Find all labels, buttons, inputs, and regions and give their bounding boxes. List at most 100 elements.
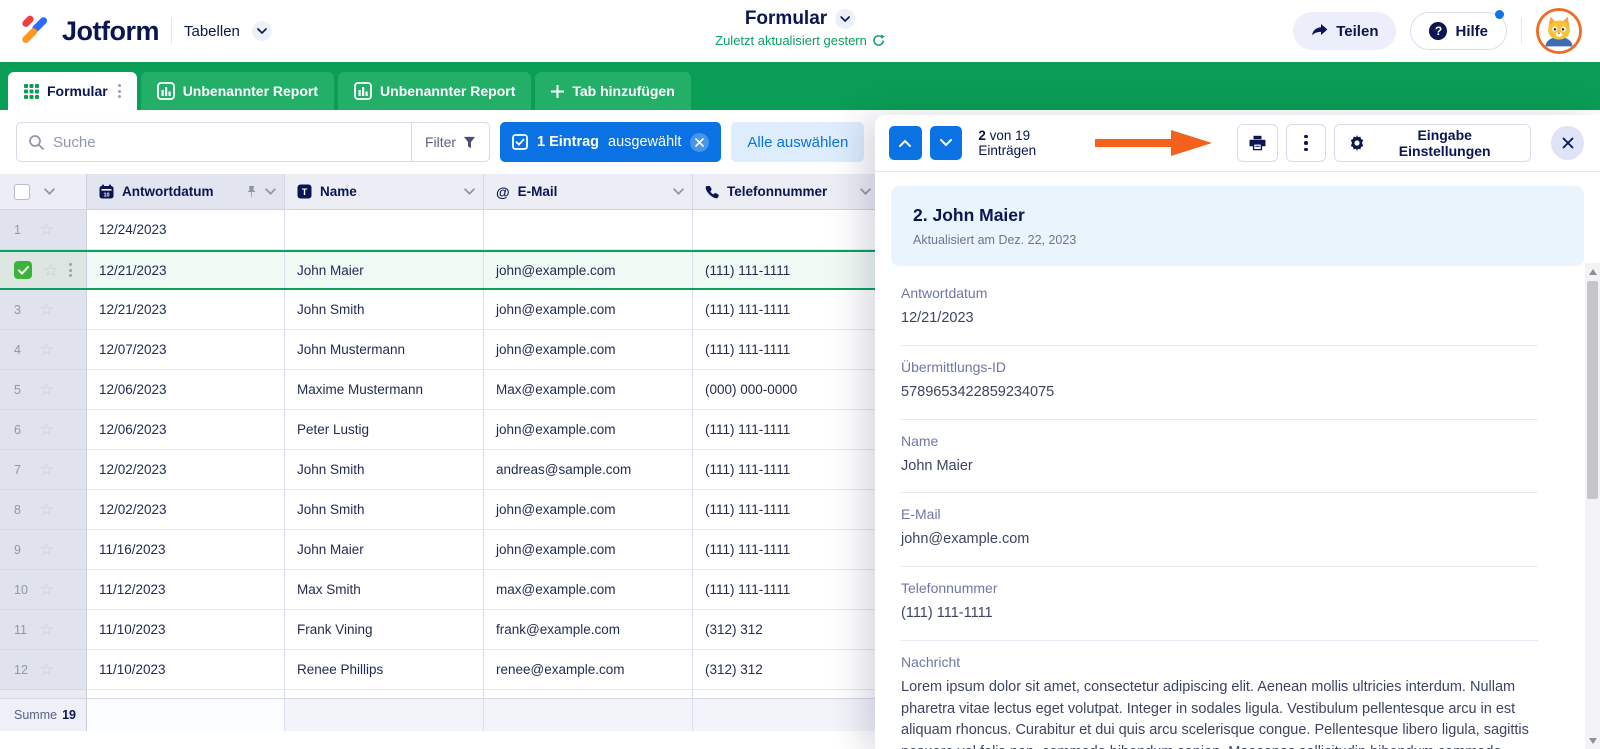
add-tab-button[interactable]: Tab hinzufügen (535, 72, 691, 110)
star-icon[interactable]: ☆ (39, 621, 54, 638)
table-row[interactable]: 6 ☆ 12/06/2023 Peter Lustig john@example… (0, 410, 880, 450)
cell-telefonnummer[interactable]: (111) 111-1111 (693, 410, 880, 450)
column-header-name[interactable]: T Name (285, 174, 484, 210)
cell-antwortdatum[interactable]: 12/06/2023 (87, 410, 285, 450)
cell-telefonnummer[interactable] (693, 210, 880, 250)
title-chevron-icon[interactable] (835, 9, 856, 29)
jotform-logo[interactable]: Jotform (18, 14, 160, 48)
cell-telefonnummer[interactable]: (000) 000-0000 (693, 370, 880, 410)
filter-button[interactable]: Filter (411, 123, 489, 161)
product-chevron-icon[interactable] (251, 21, 272, 41)
cell-email[interactable]: john@example.com (484, 252, 693, 288)
column-chevron-icon[interactable] (860, 188, 871, 195)
cell-name[interactable]: John Smith (285, 450, 484, 490)
cell-email[interactable]: max@example.com (484, 570, 693, 610)
star-icon[interactable]: ☆ (39, 381, 54, 398)
search-input[interactable] (53, 133, 399, 151)
tab-report-1[interactable]: Unbenannter Report (140, 72, 335, 110)
cell-antwortdatum[interactable]: 11/16/2023 (87, 530, 285, 570)
cell-antwortdatum[interactable]: 12/02/2023 (87, 450, 285, 490)
clear-selection-icon[interactable] (690, 132, 710, 152)
star-icon[interactable]: ☆ (39, 461, 54, 478)
table-row[interactable]: 10 ☆ 11/12/2023 Max Smith max@example.co… (0, 570, 880, 610)
cell-antwortdatum[interactable]: 12/06/2023 (87, 370, 285, 410)
cell-telefonnummer[interactable]: (111) 111-1111 (693, 530, 880, 570)
previous-entry-button[interactable] (889, 126, 922, 160)
row-menu-icon[interactable] (69, 263, 73, 277)
row-checkbox-checked[interactable] (14, 261, 32, 279)
column-chevron-icon[interactable] (464, 188, 475, 195)
refresh-icon[interactable] (872, 34, 885, 47)
cell-email[interactable]: frank@example.com (484, 610, 693, 650)
cell-email[interactable]: andreas@sample.com (484, 450, 693, 490)
star-icon[interactable]: ☆ (39, 661, 54, 678)
more-options-button[interactable] (1285, 124, 1327, 162)
table-row[interactable]: 12 ☆ 11/10/2023 Renee Phillips renee@exa… (0, 650, 880, 690)
table-row[interactable]: 5 ☆ 12/06/2023 Maxime Mustermann Max@exa… (0, 370, 880, 410)
share-button[interactable]: Teilen (1293, 12, 1397, 50)
star-icon[interactable]: ☆ (39, 501, 54, 518)
table-row[interactable]: 11 ☆ 11/10/2023 Frank Vining frank@examp… (0, 610, 880, 650)
tab-report-2[interactable]: Unbenannter Report (338, 72, 532, 110)
column-chevron-icon[interactable] (265, 188, 276, 195)
star-icon[interactable]: ☆ (39, 541, 54, 558)
table-row[interactable]: 9 ☆ 11/16/2023 John Maier john@example.c… (0, 530, 880, 570)
select-all-button[interactable]: Alle auswählen (731, 122, 865, 162)
cell-email[interactable]: john@example.com (484, 530, 693, 570)
table-row[interactable]: 1 ☆ 12/24/2023 (0, 210, 880, 250)
print-button[interactable] (1237, 124, 1278, 162)
cell-email[interactable]: john@example.com (484, 410, 693, 450)
cell-name[interactable]: John Mustermann (285, 330, 484, 370)
cell-antwortdatum[interactable]: 12/21/2023 (87, 252, 285, 288)
cell-email[interactable]: Max@example.com (484, 370, 693, 410)
cell-email[interactable]: john@example.com (484, 490, 693, 530)
column-chevron-icon[interactable] (673, 188, 684, 195)
cell-antwortdatum[interactable]: 11/10/2023 (87, 610, 285, 650)
star-icon[interactable]: ☆ (39, 421, 54, 438)
cell-email[interactable]: john@example.com (484, 330, 693, 370)
cell-telefonnummer[interactable]: (312) 312 (693, 610, 880, 650)
cell-antwortdatum[interactable]: 11/12/2023 (87, 570, 285, 610)
select-all-checkbox[interactable] (14, 183, 30, 200)
star-icon[interactable]: ☆ (43, 262, 58, 279)
table-row[interactable]: 4 ☆ 12/07/2023 John Mustermann john@exam… (0, 330, 880, 370)
tab-formular[interactable]: Formular (8, 72, 137, 110)
input-settings-button[interactable]: Eingabe Einstellungen (1334, 124, 1532, 162)
star-icon[interactable]: ☆ (39, 301, 54, 318)
star-icon[interactable]: ☆ (39, 221, 54, 238)
table-row[interactable]: 7 ☆ 12/02/2023 John Smith andreas@sample… (0, 450, 880, 490)
cell-name[interactable]: Max Smith (285, 570, 484, 610)
scrollbar-up-arrow[interactable] (1585, 264, 1600, 279)
table-row[interactable]: 3 ☆ 12/21/2023 John Smith john@example.c… (0, 290, 880, 330)
cell-name[interactable]: Peter Lustig (285, 410, 484, 450)
cell-name[interactable]: Maxime Mustermann (285, 370, 484, 410)
cell-telefonnummer[interactable]: (312) 312 (693, 650, 880, 690)
header-chevron-icon[interactable] (44, 188, 55, 195)
cell-antwortdatum[interactable]: 12/21/2023 (87, 290, 285, 330)
cell-telefonnummer[interactable]: (111) 111-1111 (693, 330, 880, 370)
cell-email[interactable]: john@example.com (484, 290, 693, 330)
column-header-email[interactable]: @ E-Mail (484, 174, 693, 210)
help-button[interactable]: ? Hilfe (1410, 10, 1507, 50)
column-header-antwortdatum[interactable]: 10 Antwortdatum (87, 174, 285, 210)
user-avatar[interactable] (1536, 8, 1582, 54)
column-header-telefonnummer[interactable]: Telefonnummer (693, 174, 880, 210)
cell-telefonnummer[interactable]: (111) 111-1111 (693, 450, 880, 490)
cell-antwortdatum[interactable]: 11/10/2023 (87, 650, 285, 690)
cell-antwortdatum[interactable]: 12/07/2023 (87, 330, 285, 370)
cell-name[interactable]: John Maier (285, 252, 484, 288)
cell-name[interactable]: Renee Phillips (285, 650, 484, 690)
next-entry-button[interactable] (929, 126, 963, 160)
scrollbar-down-arrow[interactable] (1585, 733, 1600, 748)
table-row[interactable]: 2 ☆ 12/21/2023 John Maier john@example.c… (0, 250, 880, 290)
cell-name[interactable]: John Maier (285, 530, 484, 570)
cell-name[interactable] (285, 210, 484, 250)
cell-name[interactable]: Frank Vining (285, 610, 484, 650)
star-icon[interactable]: ☆ (39, 581, 54, 598)
cell-telefonnummer[interactable]: (111) 111-1111 (693, 290, 880, 330)
close-panel-button[interactable] (1551, 126, 1584, 160)
cell-name[interactable]: John Smith (285, 290, 484, 330)
cell-telefonnummer[interactable]: (111) 111-1111 (693, 490, 880, 530)
cell-email[interactable] (484, 210, 693, 250)
cell-email[interactable]: renee@example.com (484, 650, 693, 690)
